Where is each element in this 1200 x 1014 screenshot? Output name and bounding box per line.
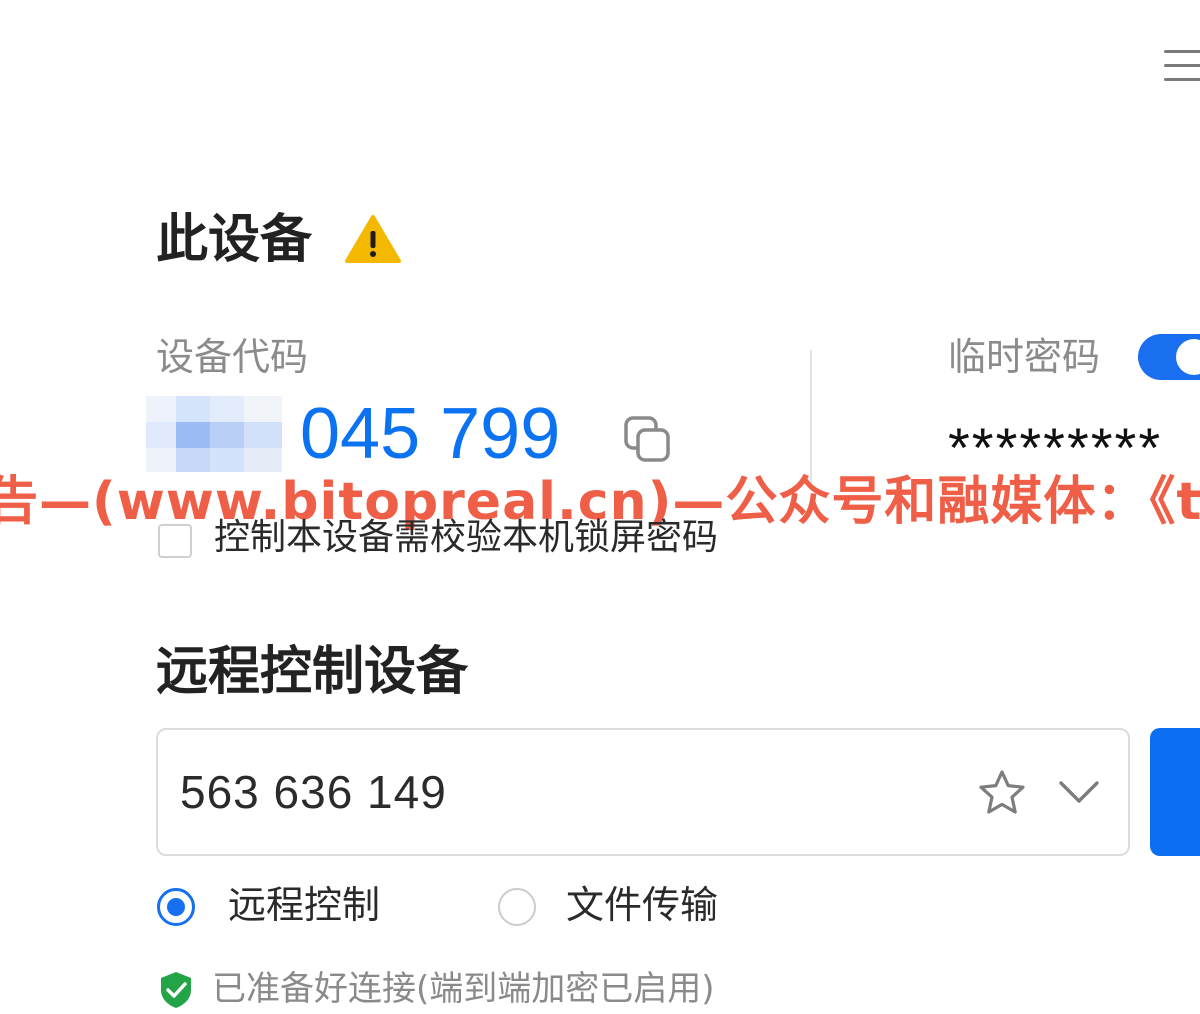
temp-password-toggle[interactable] (1138, 334, 1200, 380)
lock-screen-checkbox[interactable] (158, 524, 192, 558)
device-code-value: 045 799 (300, 394, 561, 474)
this-device-title: 此设备 (156, 210, 313, 270)
connection-status-text: 已准备好连接(端到端加密已启用) (212, 969, 715, 1009)
warning-icon[interactable] (344, 214, 402, 264)
radio-file-transfer-label[interactable]: 文件传输 (566, 886, 718, 924)
radio-remote-control[interactable] (157, 888, 195, 926)
lock-screen-checkbox-label[interactable]: 控制本设备需校验本机锁屏密码 (214, 520, 718, 556)
vertical-divider (810, 350, 812, 490)
chevron-down-icon[interactable] (1056, 774, 1102, 810)
remote-id-field[interactable] (156, 728, 1130, 856)
shield-check-icon (158, 970, 194, 1010)
redacted-code-mosaic (146, 396, 282, 472)
connect-button[interactable] (1150, 728, 1200, 856)
temp-password-label: 临时密码 (948, 335, 1101, 379)
radio-remote-control-label[interactable]: 远程控制 (228, 886, 380, 924)
remote-control-title: 远程控制设备 (156, 642, 469, 702)
device-code-label: 设备代码 (156, 335, 309, 379)
star-icon[interactable] (976, 768, 1028, 818)
remote-id-input[interactable] (180, 760, 940, 824)
temp-password-value: ********* (948, 416, 1163, 479)
copy-icon[interactable] (622, 414, 674, 466)
hamburger-menu-icon[interactable] (1160, 46, 1200, 86)
radio-file-transfer[interactable] (498, 888, 536, 926)
